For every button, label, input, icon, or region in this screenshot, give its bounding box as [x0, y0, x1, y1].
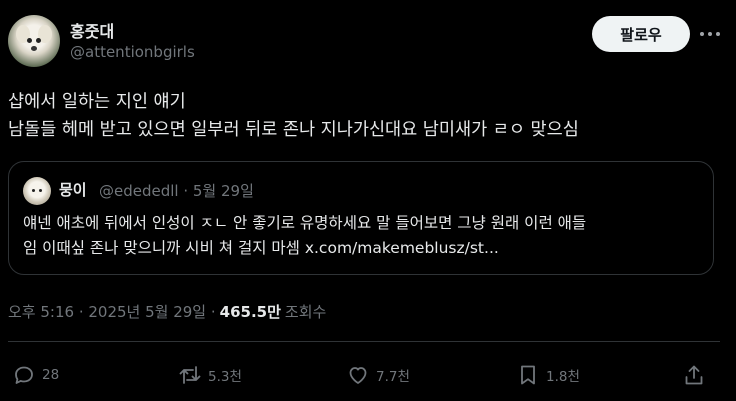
author-avatar[interactable]	[8, 15, 60, 67]
retweet-button[interactable]: 5.3천	[178, 361, 242, 389]
reply-button[interactable]: 28	[12, 361, 59, 389]
reply-icon	[15, 366, 33, 384]
like-button[interactable]: 7.7천	[346, 361, 410, 389]
author-name[interactable]: 홍줏대	[70, 18, 114, 42]
action-bar: 28 5.3천 7.7천 1.8천	[0, 361, 736, 389]
quote-text: 얘넨 애초에 뒤에서 인성이 ㅈㄴ 안 좋기로 유명하세요 말 들어보면 그냥 …	[23, 214, 587, 257]
tweet-meta: 오후 5:16 · 2025년 5월 29일 · 465.5만 조회수	[8, 301, 326, 322]
bookmark-count: 1.8천	[546, 369, 580, 385]
views-label: 조회수	[284, 303, 327, 321]
like-icon	[349, 367, 367, 384]
views-count: 465.5만	[219, 303, 281, 321]
share-icon	[685, 365, 703, 385]
divider	[8, 341, 720, 342]
author-handle[interactable]: @attentionbgirls	[70, 43, 195, 61]
quoted-tweet[interactable]: 뭉이 @edededll · 5월 29일 얘넨 애초에 뒤에서 인성이 ㅈㄴ …	[8, 161, 714, 275]
tweet-text: 샵에서 일하는 지인 얘기 남돌들 헤메 받고 있으면 일부러 뒤로 존나 지나…	[8, 92, 579, 140]
retweet-count: 5.3천	[208, 369, 242, 385]
more-icon[interactable]	[696, 22, 724, 46]
tweet-header: 홍줏대 @attentionbgirls 팔로우	[8, 12, 728, 72]
quote-author-name: 뭉이	[59, 181, 87, 199]
follow-button[interactable]: 팔로우	[592, 16, 690, 52]
quote-avatar	[23, 177, 51, 205]
like-count: 7.7천	[376, 369, 410, 385]
bookmark-button[interactable]: 1.8천	[516, 361, 580, 389]
bookmark-icon	[521, 365, 535, 385]
reply-count: 28	[42, 367, 60, 383]
quote-meta: @edededll · 5월 29일	[99, 182, 254, 200]
tweet-timestamp[interactable]: 오후 5:16 · 2025년 5월 29일 ·	[8, 301, 216, 322]
retweet-icon	[179, 366, 201, 384]
share-button[interactable]	[682, 361, 706, 389]
